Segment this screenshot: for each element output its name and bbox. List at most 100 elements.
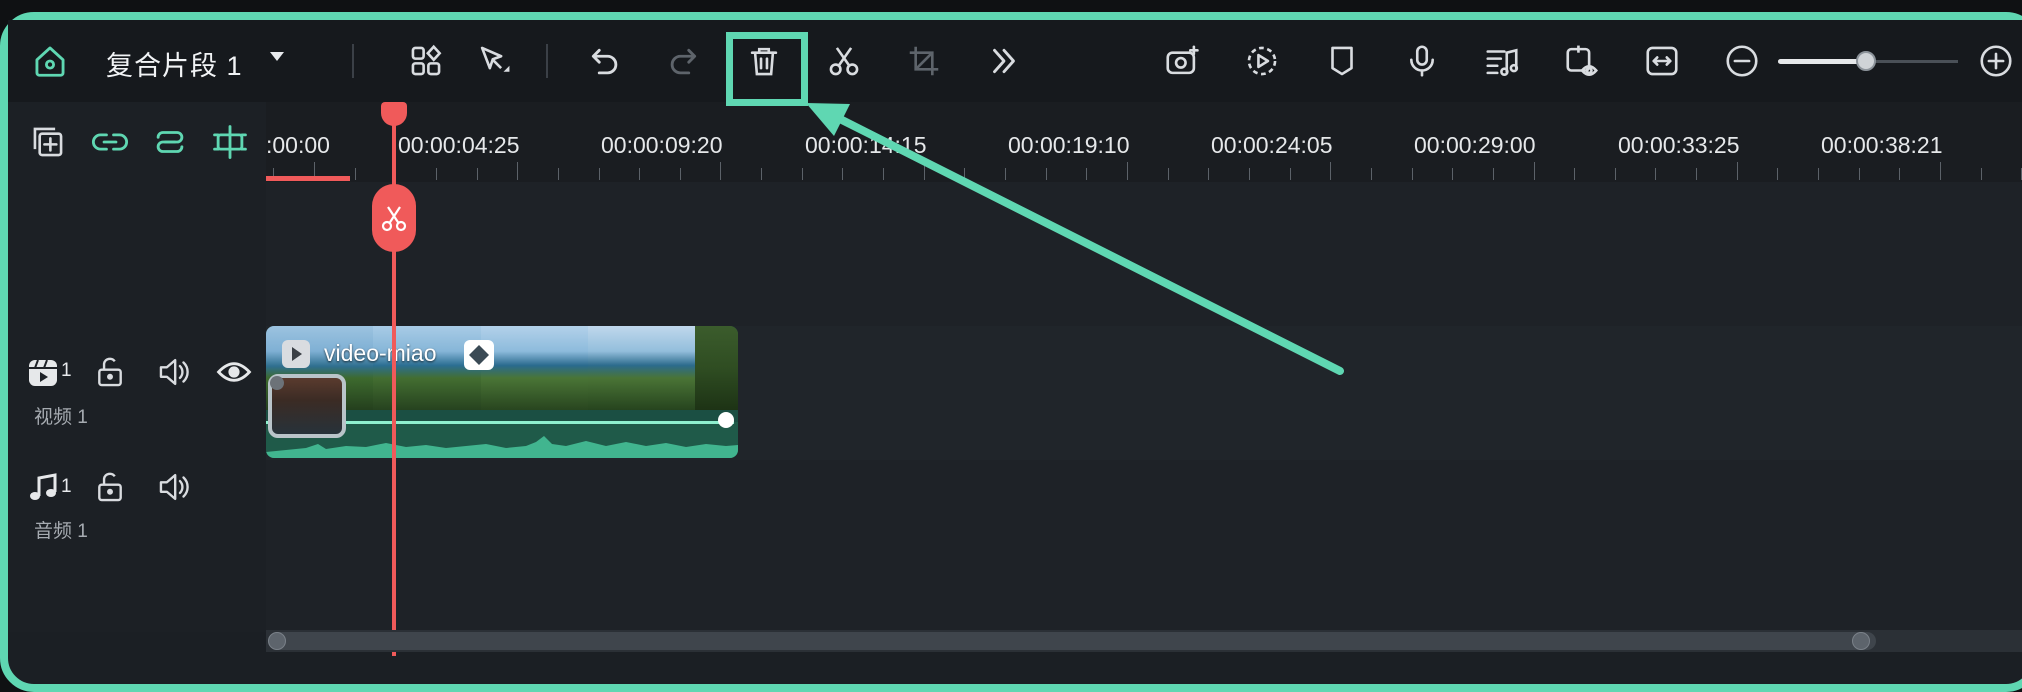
ai-camera-button[interactable] [1162, 41, 1202, 81]
ruler-minor-tick [883, 168, 884, 180]
ruler-minor-tick [355, 168, 356, 180]
ruler-time-label: 00:00:29:00 [1414, 132, 1536, 158]
home-icon [35, 46, 65, 77]
ruler-minor-tick [1493, 168, 1494, 180]
eye-icon [216, 362, 252, 382]
select-arrow-icon [480, 46, 510, 72]
project-title[interactable]: 复合片段 1 [106, 44, 243, 83]
add-track-button[interactable] [28, 122, 68, 162]
chevron-down-icon[interactable] [270, 52, 284, 61]
video-track-label: 视频 1 [34, 407, 88, 428]
ruler-major-tick [1330, 162, 1331, 180]
audio-track-mute-button[interactable] [154, 467, 194, 507]
scissors-icon [381, 206, 407, 232]
marker-button[interactable] [1322, 41, 1362, 81]
ruler-minor-tick [761, 168, 762, 180]
ruler-minor-tick [639, 168, 640, 180]
clip-name: video-miao [324, 340, 437, 366]
layout-button[interactable] [406, 41, 446, 81]
crop-button[interactable] [904, 41, 944, 81]
delete-button-highlight [726, 32, 808, 106]
preview-render-button[interactable] [1562, 41, 1602, 81]
redo-icon [670, 48, 697, 75]
speaker-icon [159, 358, 189, 386]
group-clips-button[interactable] [150, 122, 190, 162]
home-button[interactable] [30, 41, 70, 81]
record-voiceover-button[interactable] [1402, 41, 1442, 81]
undo-icon [591, 48, 618, 75]
audio-track-row[interactable] [266, 460, 2022, 632]
clip-trim-handle[interactable] [270, 376, 284, 390]
timeline-ruler[interactable] [266, 102, 2022, 182]
split-at-playhead-button[interactable] [372, 184, 416, 252]
audio-mixer-button[interactable] [1482, 41, 1522, 81]
zoom-slider-fill [1778, 59, 1866, 64]
toolbar-divider [352, 44, 354, 78]
ruler-minor-tick [842, 168, 843, 180]
microphone-icon [1410, 45, 1434, 77]
video-track-icon [28, 358, 60, 388]
undo-button[interactable] [584, 41, 624, 81]
keyframe-icon[interactable] [464, 340, 494, 370]
played-range-indicator [266, 176, 350, 181]
more-tools-button[interactable] [984, 41, 1024, 81]
clip-play-icon [282, 340, 310, 368]
scrollbar-right-handle[interactable] [1852, 632, 1870, 650]
ruler-minor-tick [964, 168, 965, 180]
more-chevrons-icon [993, 48, 1015, 74]
redo-button[interactable] [664, 41, 704, 81]
scrollbar-left-handle[interactable] [268, 632, 286, 650]
audio-mix-icon [1486, 48, 1519, 76]
ruler-major-tick [1737, 162, 1738, 180]
zoom-in-button[interactable] [1976, 41, 2016, 81]
video-clip[interactable]: video-miao [266, 326, 738, 458]
marker-icon [1331, 46, 1353, 76]
video-track-number: 1 [61, 360, 72, 381]
ruler-minor-tick [1452, 168, 1453, 180]
ruler-minor-tick [1046, 168, 1047, 180]
ruler-minor-tick [1859, 168, 1860, 180]
ruler-time-label: 00:00:14:15 [805, 132, 927, 158]
scrollbar-thumb[interactable] [270, 632, 1876, 650]
speaker-icon [159, 473, 189, 501]
video-track-lock-button[interactable] [90, 352, 130, 392]
ruler-minor-tick [680, 168, 681, 180]
fit-width-icon [1646, 46, 1678, 76]
zoom-slider[interactable] [1778, 48, 1958, 74]
snap-button[interactable] [210, 122, 250, 162]
toolbar-divider [546, 44, 548, 78]
audio-track-lock-button[interactable] [90, 467, 130, 507]
speed-icon [1247, 46, 1277, 76]
select-tool-button[interactable] [474, 41, 514, 81]
zoom-out-button[interactable] [1722, 41, 1762, 81]
ruler-time-label: 00:00:04:25 [398, 132, 520, 158]
split-button[interactable] [824, 41, 864, 81]
ruler-major-tick [1534, 162, 1535, 180]
ruler-minor-tick [1981, 168, 1982, 180]
fit-timeline-button[interactable] [1642, 41, 1682, 81]
ruler-time-label: 00:00:38:21 [1821, 132, 1943, 158]
video-track-mute-button[interactable] [154, 352, 194, 392]
ruler-minor-tick [1249, 168, 1250, 180]
crop-icon [909, 46, 939, 76]
clip-thumbnail [587, 326, 696, 410]
ruler-major-tick [924, 162, 925, 180]
ruler-major-tick [517, 162, 518, 180]
ruler-minor-tick [558, 168, 559, 180]
ruler-minor-tick [1168, 168, 1169, 180]
clip-thumbnail [695, 326, 738, 410]
ruler-minor-tick [1371, 168, 1372, 180]
ai-camera-icon [1166, 45, 1199, 75]
ruler-minor-tick [1574, 168, 1575, 180]
zoom-slider-handle[interactable] [1856, 51, 1876, 71]
video-track-visibility-button[interactable] [214, 352, 254, 392]
ruler-major-tick [720, 162, 721, 180]
ruler-minor-tick [477, 168, 478, 180]
clip-thumbnail [480, 326, 588, 410]
speed-button[interactable] [1242, 41, 1282, 81]
volume-keyframe-handle[interactable] [718, 412, 734, 428]
ruler-minor-tick [1818, 168, 1819, 180]
audio-track-label: 音频 1 [34, 521, 88, 542]
ruler-minor-tick [1086, 168, 1087, 180]
link-clips-button[interactable] [90, 122, 130, 162]
